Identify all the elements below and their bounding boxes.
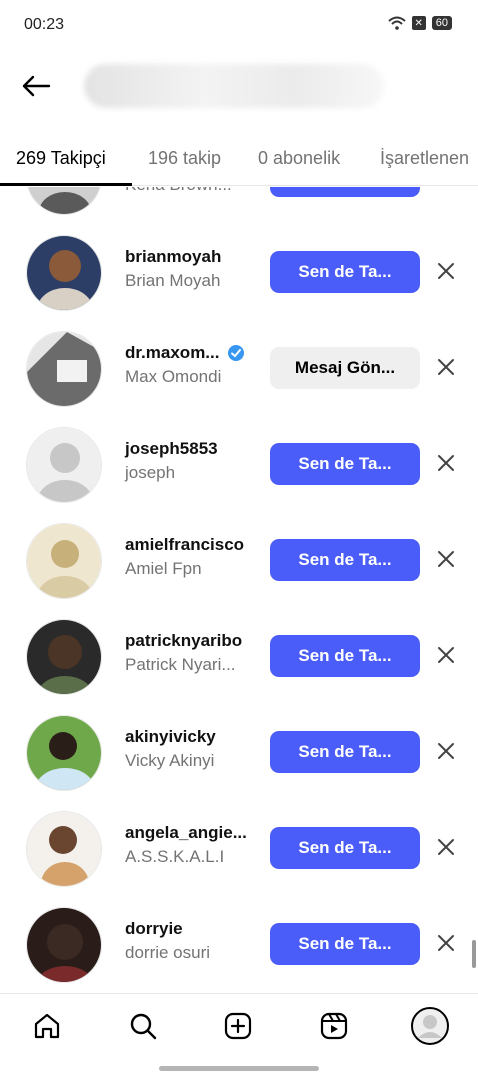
username-text: akinyivicky <box>125 727 216 746</box>
follower-row[interactable]: akinyivicky Vicky Akinyi Sen de Ta... <box>0 705 478 801</box>
username-text: dorryie <box>125 919 183 938</box>
tabs: 269 Takipçi 196 takip 0 abonelik İşaretl… <box>0 130 478 186</box>
follower-username[interactable]: joseph5853 <box>125 439 218 459</box>
follower-fullname: dorrie osuri <box>125 943 211 962</box>
profile-icon <box>411 1007 449 1045</box>
active-tab-indicator <box>0 183 132 186</box>
close-icon[interactable] <box>434 931 458 955</box>
home-indicator[interactable] <box>159 1066 319 1071</box>
follower-fullname: Max Omondi <box>125 367 222 386</box>
close-icon[interactable] <box>434 355 458 379</box>
scrollbar[interactable] <box>472 940 476 968</box>
bottom-nav <box>0 993 478 1063</box>
message-button[interactable]: Mesaj Gön... <box>270 347 420 389</box>
tab-followers[interactable]: 269 Takipçi <box>16 130 106 186</box>
username-text: amielfrancisco <box>125 535 245 554</box>
avatar[interactable] <box>26 235 102 311</box>
follower-row[interactable]: dorryie dorrie osuri Sen de Ta... <box>0 897 478 993</box>
tab-subscriptions[interactable]: 0 abonelik <box>258 130 340 186</box>
username-text: angela_angie... <box>125 823 247 842</box>
nav-home[interactable] <box>29 1008 65 1044</box>
close-icon[interactable] <box>434 835 458 859</box>
wifi-icon <box>388 16 406 30</box>
avatar[interactable] <box>26 523 102 599</box>
tab-flagged[interactable]: İşaretlenen <box>380 130 469 186</box>
reels-icon <box>320 1012 348 1040</box>
avatar[interactable] <box>26 187 102 215</box>
follower-row[interactable]: angela_angie... A.S.S.K.A.L.I Sen de Ta.… <box>0 801 478 897</box>
follow-back-button[interactable]: Sen de Ta... <box>270 923 420 965</box>
follower-row[interactable]: patricknyaribo Patrick Nyari... Sen de T… <box>0 609 478 705</box>
avatar[interactable] <box>26 331 102 407</box>
create-icon <box>224 1012 252 1040</box>
tab-following[interactable]: 196 takip <box>148 130 221 186</box>
follower-fullname: joseph <box>125 463 176 482</box>
username-text: brianmoyah <box>125 247 222 266</box>
follow-back-button[interactable] <box>270 187 420 197</box>
username-text: dr.maxom... <box>125 343 220 362</box>
follower-fullname: Vicky Akinyi <box>125 751 215 770</box>
follower-row[interactable]: amielfrancisco Amiel Fpn Sen de Ta... <box>0 513 478 609</box>
follower-username[interactable]: angela_angie... <box>125 823 247 843</box>
follower-username[interactable]: dr.maxom... <box>125 343 245 363</box>
arrow-left-icon <box>22 75 51 97</box>
avatar[interactable] <box>26 811 102 887</box>
follower-fullname: A.S.S.K.A.L.I <box>125 847 225 866</box>
search-icon <box>130 1013 157 1040</box>
follower-row[interactable]: Kena Brown... <box>0 187 478 225</box>
follower-fullname: Amiel Fpn <box>125 559 202 578</box>
close-icon[interactable] <box>434 643 458 667</box>
no-sim-icon: ✕ <box>411 16 426 30</box>
avatar[interactable] <box>26 715 102 791</box>
battery-indicator: 60 <box>431 16 452 30</box>
status-icons: ✕ 60 <box>388 16 452 30</box>
follow-back-button[interactable]: Sen de Ta... <box>270 251 420 293</box>
close-icon[interactable] <box>434 547 458 571</box>
default-avatar[interactable] <box>26 427 102 503</box>
close-icon[interactable] <box>434 259 458 283</box>
status-bar: 00:23 ✕ 60 <box>0 0 478 50</box>
follower-username[interactable]: brianmoyah <box>125 247 221 267</box>
follower-fullname: Brian Moyah <box>125 271 221 290</box>
follower-username[interactable]: akinyivicky <box>125 727 216 747</box>
follow-back-button[interactable]: Sen de Ta... <box>270 827 420 869</box>
nav-create[interactable] <box>220 1008 256 1044</box>
follow-back-button[interactable]: Sen de Ta... <box>270 539 420 581</box>
follow-back-button[interactable]: Sen de Ta... <box>270 731 420 773</box>
follower-username[interactable]: amielfrancisco <box>125 535 244 555</box>
username-text: joseph5853 <box>125 439 218 458</box>
verified-badge-icon <box>228 345 245 361</box>
close-icon[interactable] <box>434 739 458 763</box>
home-icon <box>34 1013 60 1039</box>
follow-back-button[interactable]: Sen de Ta... <box>270 635 420 677</box>
avatar[interactable] <box>26 907 102 983</box>
nav-reels[interactable] <box>316 1008 352 1044</box>
close-icon[interactable] <box>434 451 458 475</box>
avatar[interactable] <box>26 619 102 695</box>
follower-username[interactable]: patricknyaribo <box>125 631 242 651</box>
follower-row[interactable]: joseph5853 joseph Sen de Ta... <box>0 417 478 513</box>
follower-row[interactable]: brianmoyah Brian Moyah Sen de Ta... <box>0 225 478 321</box>
blurred-username <box>84 64 384 108</box>
nav-search[interactable] <box>125 1008 161 1044</box>
follow-back-button[interactable]: Sen de Ta... <box>270 443 420 485</box>
follower-fullname: Patrick Nyari... <box>125 655 236 674</box>
follower-fullname: Kena Brown... <box>125 187 232 195</box>
username-text: patricknyaribo <box>125 631 243 650</box>
follower-row[interactable]: dr.maxom... Max Omondi Mesaj Gön... <box>0 321 478 417</box>
back-button[interactable] <box>18 70 54 102</box>
header <box>0 58 478 114</box>
follower-username[interactable]: dorryie <box>125 919 183 939</box>
follower-list[interactable]: Kena Brown... brianmoyah Brian Moyah Sen… <box>0 187 478 993</box>
status-time: 00:23 <box>24 16 65 33</box>
nav-profile[interactable] <box>410 1006 450 1046</box>
